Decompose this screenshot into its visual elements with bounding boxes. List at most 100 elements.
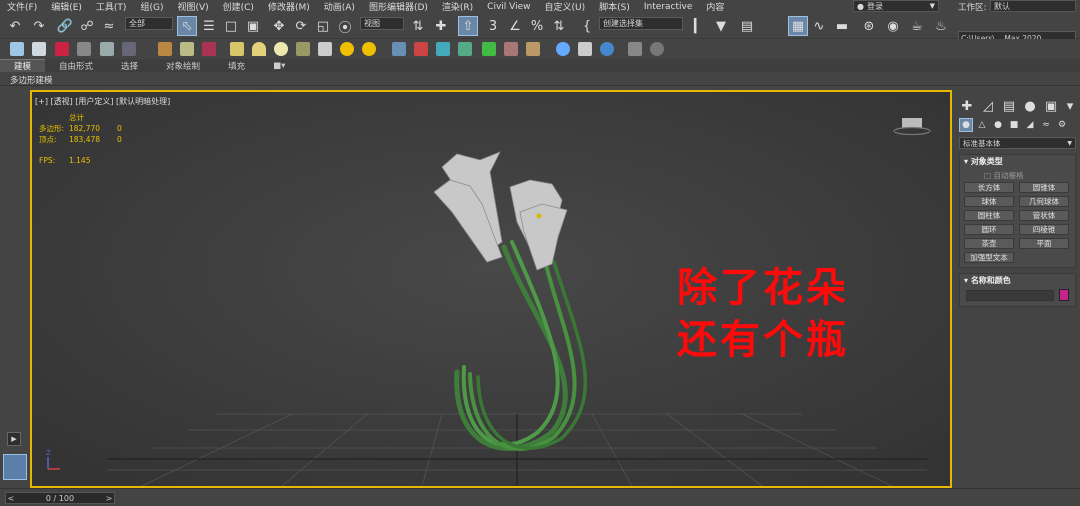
tube-button[interactable]: 管状体	[1019, 210, 1069, 221]
tab-freeform[interactable]: 自由形式	[45, 60, 107, 72]
spinner-snap-icon[interactable]: ⇅	[550, 16, 568, 36]
schematic-view-icon[interactable]: ⊛	[860, 16, 878, 36]
pyramid-button[interactable]: 四棱锥	[1019, 224, 1069, 235]
select-manipulate-icon[interactable]: ✚	[432, 16, 450, 36]
rock-icon[interactable]	[504, 42, 518, 56]
place-icon[interactable]: ⦿	[336, 16, 354, 36]
chevron-right-icon[interactable]: >	[104, 494, 114, 503]
menu-group[interactable]: 组(G)	[133, 0, 170, 13]
pivot-icon[interactable]: ⇅	[409, 16, 427, 36]
sphere-light-icon[interactable]	[274, 42, 288, 56]
scene-explorer-icon[interactable]: ▤	[738, 16, 756, 36]
scale-icon[interactable]: ◱	[314, 16, 332, 36]
material-editor-icon[interactable]: ◉	[884, 16, 902, 36]
tab-object-paint[interactable]: 对象绘制	[152, 60, 214, 72]
layer-explorer-icon[interactable]: ▦	[788, 16, 808, 36]
login-dropdown[interactable]: ● 登录 ▼	[853, 0, 939, 12]
window-crossing-icon[interactable]: ▣	[244, 16, 262, 36]
magnet-icon[interactable]	[414, 42, 428, 56]
category-dropdown[interactable]: 标准基本体 ▼	[959, 137, 1076, 149]
geometry-icon[interactable]: ●	[959, 118, 973, 132]
polygon-modeling-label[interactable]: 多边形建模	[10, 74, 53, 86]
sphere-button[interactable]: 球体	[964, 196, 1014, 207]
menu-content[interactable]: 内容	[699, 0, 731, 13]
bind-space-warp-icon[interactable]: ≈	[100, 16, 118, 36]
render-icon[interactable]: ♨	[932, 16, 950, 36]
torus-button[interactable]: 圆环	[964, 224, 1014, 235]
workspace-select[interactable]: 默认	[990, 0, 1076, 12]
bowl-icon[interactable]	[296, 42, 310, 56]
utilities-tab-icon[interactable]: ▾	[1063, 96, 1077, 116]
motion-tab-icon[interactable]: ●	[1021, 96, 1039, 116]
menu-edit[interactable]: 编辑(E)	[44, 0, 89, 13]
lights-icon[interactable]: ●	[991, 118, 1005, 132]
object-name-field[interactable]	[966, 290, 1054, 301]
edit-named-selection-icon[interactable]: {	[578, 16, 596, 36]
modify-tab-icon[interactable]: ◿	[979, 96, 997, 116]
systems-icon[interactable]: ⚙	[1055, 118, 1069, 132]
tab-selection[interactable]: 选择	[107, 60, 152, 72]
autogrid-checkbox[interactable]: □ 自动栅格	[984, 170, 1023, 181]
viewport-label[interactable]: [+] [透视] [用户定义] [默认明暗处理]	[35, 96, 170, 107]
teapot-button[interactable]: 茶壶	[964, 238, 1014, 249]
cone-icon[interactable]	[318, 42, 332, 56]
eye-icon[interactable]	[600, 42, 614, 56]
snaps-toggle-icon[interactable]: 3	[484, 16, 502, 36]
tab-modeling[interactable]: 建模	[0, 59, 46, 72]
checker-icon[interactable]	[392, 42, 406, 56]
box-button[interactable]: 长方体	[964, 182, 1014, 193]
play-icon[interactable]: ▶	[7, 432, 21, 446]
plant-icon[interactable]	[458, 42, 472, 56]
globe-icon[interactable]	[556, 42, 570, 56]
hierarchy-tab-icon[interactable]: ▤	[1000, 96, 1018, 116]
droplets-icon[interactable]	[436, 42, 450, 56]
help-icon[interactable]	[650, 42, 664, 56]
display-tab-icon[interactable]: ▣	[1042, 96, 1060, 116]
grid-icon[interactable]	[122, 42, 136, 56]
people-icon[interactable]	[202, 42, 216, 56]
tree-icon[interactable]	[482, 42, 496, 56]
menu-file[interactable]: 文件(F)	[0, 0, 44, 13]
angle-snap-icon[interactable]: ∠	[506, 16, 524, 36]
tab-populate[interactable]: 填充	[214, 60, 259, 72]
create-tab-icon[interactable]: ✚	[958, 96, 976, 116]
cylinder-button[interactable]: 圆柱体	[964, 210, 1014, 221]
time-slider[interactable]: < 0 / 100 >	[5, 492, 115, 504]
percent-snap-icon[interactable]: %	[528, 16, 546, 36]
water-drop-icon[interactable]	[10, 42, 24, 56]
ribbon-options-button[interactable]: ■▾	[259, 61, 299, 71]
calendar-icon[interactable]	[55, 42, 69, 56]
cone-button[interactable]: 圆锥体	[1019, 182, 1069, 193]
list-icon[interactable]	[77, 42, 91, 56]
paint-icon[interactable]	[180, 42, 194, 56]
dome-icon[interactable]	[252, 42, 266, 56]
keyboard-shortcut-toggle-icon[interactable]: ⇧	[458, 16, 478, 36]
object-color-swatch[interactable]	[1059, 289, 1069, 301]
plane-button[interactable]: 平面	[1019, 238, 1069, 249]
chevron-left-icon[interactable]: <	[6, 494, 16, 503]
cloud-icon[interactable]	[32, 42, 46, 56]
menu-customize[interactable]: 自定义(U)	[538, 0, 593, 13]
redo-icon[interactable]: ↷	[30, 16, 48, 36]
space-warps-icon[interactable]: ≈	[1039, 118, 1053, 132]
menu-graph-editors[interactable]: 图形编辑器(D)	[362, 0, 435, 13]
move-icon[interactable]: ✥	[270, 16, 288, 36]
cameras-icon[interactable]: ■	[1007, 118, 1021, 132]
align-icon[interactable]: ▼	[712, 16, 730, 36]
box-yellow-icon[interactable]	[230, 42, 244, 56]
viewport-layout-button[interactable]	[3, 454, 27, 480]
geosphere-button[interactable]: 几何球体	[1019, 196, 1069, 207]
selection-filter-dropdown[interactable]: 全部	[125, 17, 173, 30]
viewport-layout-icon[interactable]	[578, 42, 592, 56]
undo-icon[interactable]: ↶	[6, 16, 24, 36]
bucket-icon[interactable]	[158, 42, 172, 56]
panel-icon[interactable]	[100, 42, 114, 56]
rect-selection-icon[interactable]: □	[222, 16, 240, 36]
rotate-icon[interactable]: ⟳	[292, 16, 310, 36]
reference-coord-dropdown[interactable]: 视图	[360, 17, 404, 30]
menu-civil-view[interactable]: Civil View	[480, 2, 537, 12]
select-object-icon[interactable]: ⬁	[177, 16, 197, 36]
mirror-icon[interactable]: ▎	[690, 16, 708, 36]
terrain-icon[interactable]	[526, 42, 540, 56]
menu-animation[interactable]: 动画(A)	[317, 0, 362, 13]
